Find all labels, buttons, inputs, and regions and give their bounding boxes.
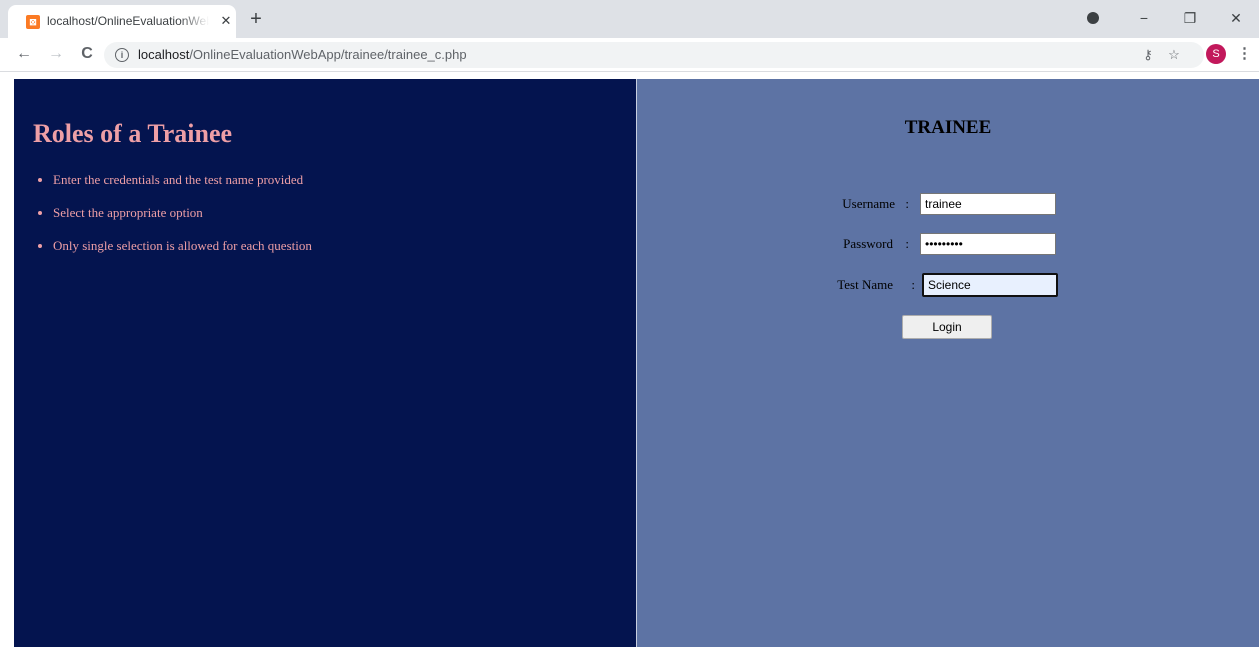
roles-list: Enter the credentials and the test name …	[33, 172, 312, 271]
page-content: Roles of a Trainee Enter the credentials…	[14, 79, 1259, 647]
username-row: Username :	[637, 192, 1259, 216]
address-bar[interactable]: i localhost/OnlineEvaluationWebApp/train…	[104, 42, 1204, 68]
password-input[interactable]	[920, 233, 1056, 255]
url-host: localhost	[138, 47, 190, 62]
testname-separator: :	[911, 277, 915, 292]
xampp-favicon-icon: ⊠	[26, 15, 40, 29]
browser-tab[interactable]: ⊠ localhost/OnlineEvaluationWebApp/train…	[8, 5, 236, 38]
new-tab-icon[interactable]: +	[246, 9, 266, 29]
profile-avatar[interactable]: S	[1206, 44, 1226, 64]
browser-menu-icon[interactable]: ⋮	[1237, 44, 1252, 64]
forward-icon[interactable]: →	[46, 44, 66, 64]
tab-title: localhost/OnlineEvaluationWebApp/trainee…	[47, 14, 209, 28]
minimize-icon[interactable]: −	[1134, 8, 1154, 28]
login-heading: TRAINEE	[904, 117, 992, 138]
login-button[interactable]: Login	[902, 315, 992, 339]
key-icon[interactable]: ⚷	[1140, 47, 1156, 63]
window-close-icon[interactable]: ✕	[1226, 8, 1246, 28]
browser-toolbar: ← → C i localhost/OnlineEvaluationWebApp…	[0, 38, 1259, 72]
roles-heading: Roles of a Trainee	[33, 119, 233, 148]
url-text[interactable]: localhost/OnlineEvaluationWebApp/trainee…	[138, 47, 467, 62]
login-panel: TRAINEE Username : Password : Test Name …	[637, 79, 1259, 647]
site-info-icon[interactable]: i	[115, 48, 129, 62]
bookmark-star-icon[interactable]: ☆	[1166, 47, 1182, 63]
role-item: Enter the credentials and the test name …	[53, 172, 312, 205]
password-row: Password :	[637, 232, 1259, 256]
testname-row: Test Name :	[637, 273, 1259, 297]
username-separator: :	[905, 196, 909, 211]
browser-tabstrip: ⊠ localhost/OnlineEvaluationWebApp/train…	[0, 0, 1259, 38]
role-item: Only single selection is allowed for eac…	[53, 238, 312, 271]
tab-close-icon[interactable]: ✕	[218, 13, 234, 29]
role-item: Select the appropriate option	[53, 205, 312, 238]
password-separator: :	[905, 236, 909, 251]
testname-input[interactable]	[922, 273, 1058, 297]
username-input[interactable]	[920, 193, 1056, 215]
back-icon[interactable]: ←	[14, 44, 34, 64]
browser-extension-icon[interactable]	[1087, 12, 1099, 24]
restore-icon[interactable]: ❐	[1180, 8, 1200, 28]
roles-panel: Roles of a Trainee Enter the credentials…	[14, 79, 636, 647]
reload-icon[interactable]: C	[77, 44, 97, 64]
url-path: /OnlineEvaluationWebApp/trainee/trainee_…	[189, 47, 467, 62]
